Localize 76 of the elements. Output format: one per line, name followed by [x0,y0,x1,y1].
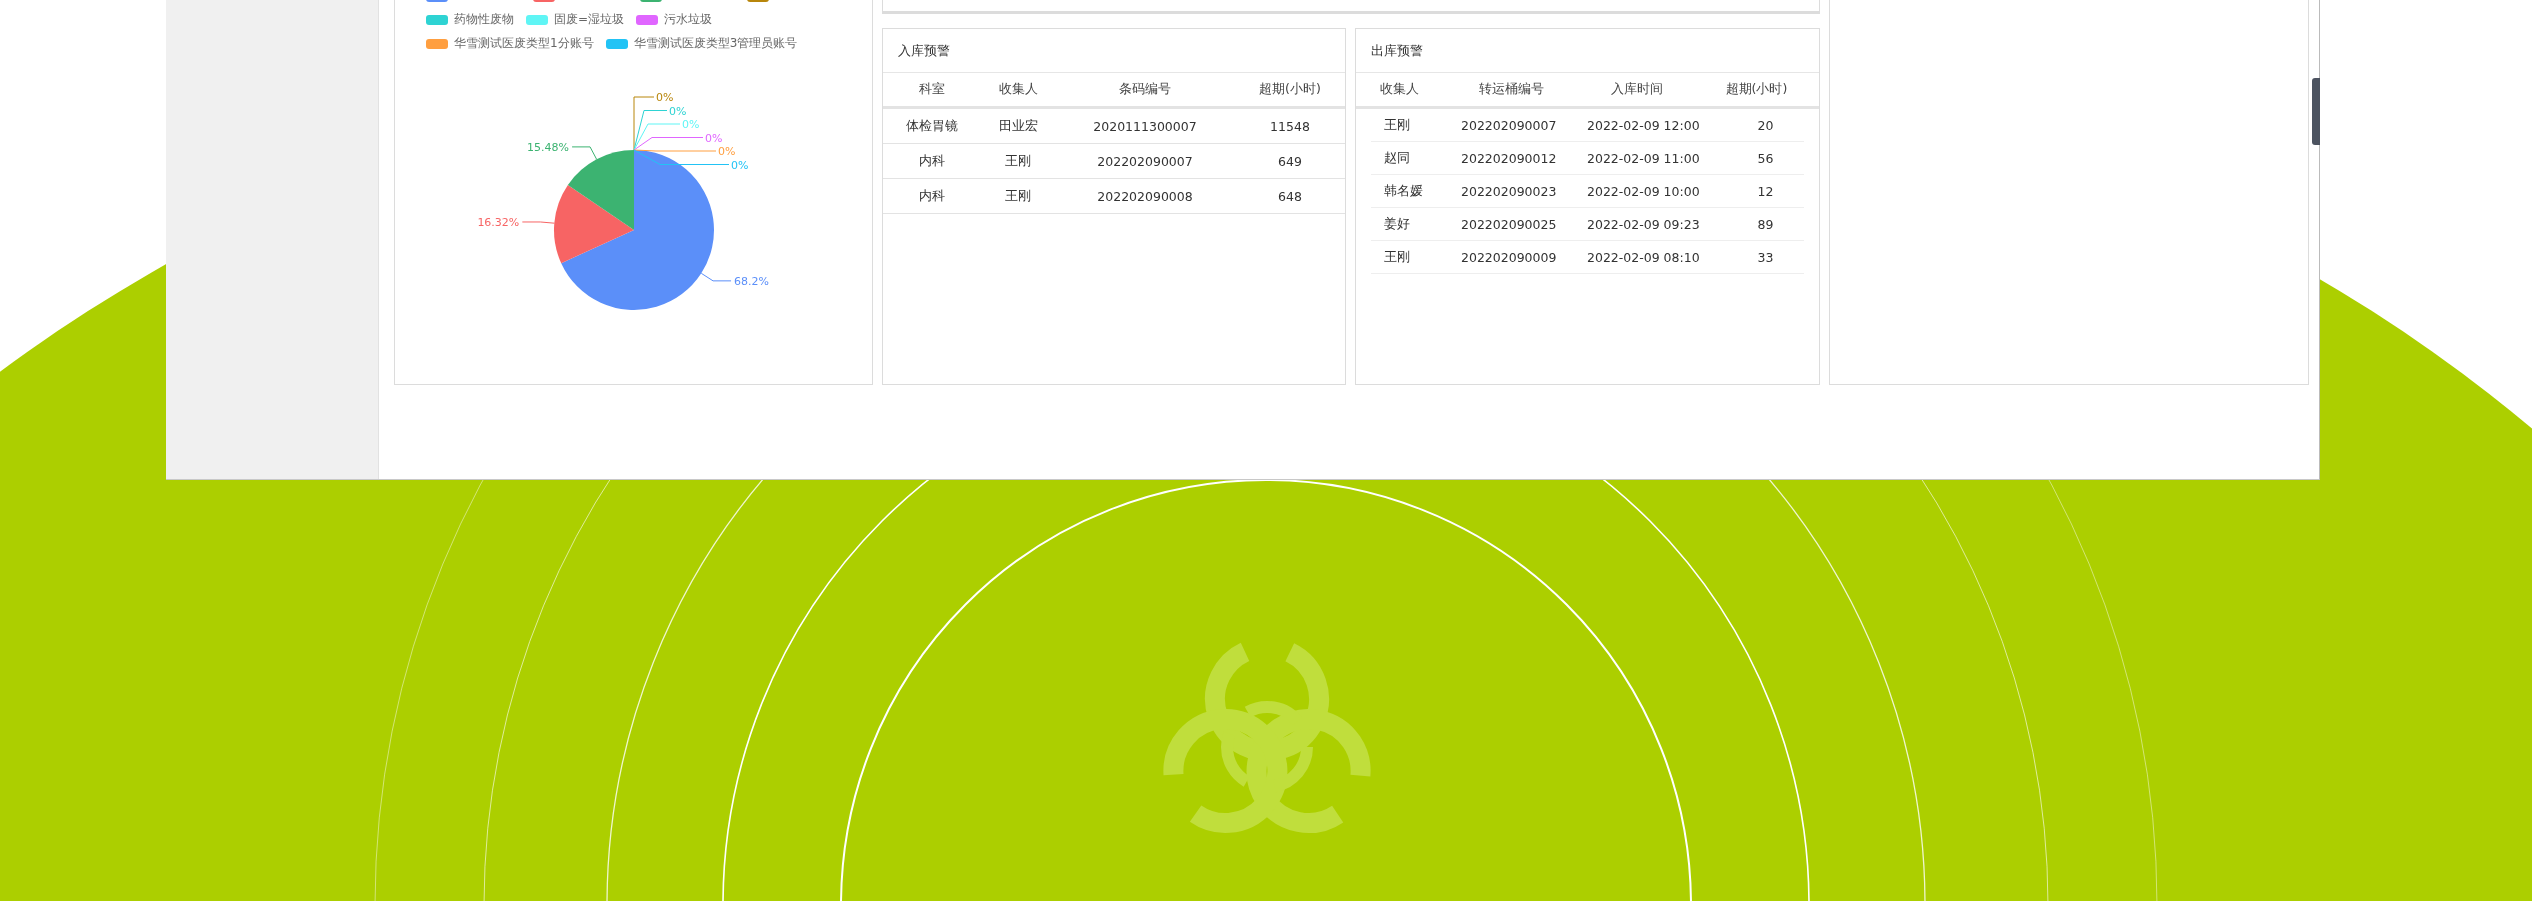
legend-swatch[interactable] [426,14,448,25]
pie-slice[interactable] [567,150,634,230]
column-header: 科室 [918,81,946,98]
table-cell-text: 体检胃镜 [905,117,959,135]
table-cell-text: 韩名媛 [1383,182,1424,200]
table-cell-text: 202202090008 [1096,188,1194,204]
table-cell-text: 2022-02-09 12:00 [1587,117,1701,133]
percent-label: 68.2% [734,274,769,288]
table-cell-text: 649 [1277,153,1303,169]
table-cell-text: 20 [1756,117,1775,133]
table-row[interactable]: 姜好 202202090025 2022-02-09 09:23 89 [1371,208,1804,241]
table-cell-text: 648 [1277,188,1303,204]
legend-label[interactable]: 华雪测试医废类型3管理员账号 [633,35,798,52]
table-row[interactable]: 王刚 202202090009 2022-02-09 08:10 33 [1371,241,1804,274]
table-cell-text: 王刚 [1004,152,1032,170]
card-title: 入库预警 [883,29,1345,73]
table-cell-text: 2022-02-09 11:00 [1587,150,1701,166]
legend-swatch[interactable] [636,14,659,25]
leader-line [700,272,732,282]
pie-slice[interactable] [561,150,714,310]
table-cell-text: 2022-02-09 10:00 [1587,183,1701,199]
table-cell-text: 2020111300007 [1092,118,1198,134]
table-cell-text: 2022-02-09 09:23 [1587,216,1701,232]
table-cell-text: 内科 [918,152,946,170]
column-header: 转运桶编号 [1477,81,1545,98]
column-header: 收集人 [997,81,1039,98]
legend-label[interactable]: 药物性废物 [454,11,514,28]
table-cell-text: 姜好 [1383,215,1411,233]
table-row[interactable]: 韩名媛 202202090023 2022-02-09 10:00 12 [1371,175,1804,208]
table-cell-text: 王刚 [1383,116,1411,134]
table-row[interactable]: 内科 王刚 202202090007 649 [883,144,1345,179]
table-cell-text: 王刚 [1004,187,1032,205]
column-header: 入库时间 [1610,81,1664,98]
table-cell-text: 11548 [1269,118,1311,134]
percent-label: 0% [731,158,749,172]
percent-label: 16.32% [477,216,520,229]
column-header: 超期(小时) [1724,81,1789,98]
table-cell-text: 202202090007 [1461,117,1558,133]
legend-label[interactable]: 固废=湿垃圾 [554,11,625,28]
legend-label[interactable]: 华雪测试医废类型1分账号 [454,35,594,52]
percent-label: 15.48% [527,140,570,154]
table-cell-text: 89 [1756,216,1775,232]
percent-label: 0% [656,91,674,104]
table-cell-text: 田业宏 [997,117,1039,135]
table-cell-text: 王刚 [1383,248,1411,266]
legend-label[interactable]: 污水垃圾 [664,11,713,28]
percent-label: 0% [705,131,723,145]
column-header: 条码编号 [1118,81,1172,98]
scroll-handle[interactable] [2312,78,2320,145]
table-row[interactable]: 赵同 202202090012 2022-02-09 11:00 56 [1371,142,1804,175]
percent-label: 0% [682,118,700,131]
card-title: 出库预警 [1356,29,1819,73]
table-cell-text: 赵同 [1383,149,1411,167]
table-cell-text: 33 [1756,249,1775,265]
table-cell-text: 202202090025 [1461,216,1558,232]
table-row[interactable]: 体检胃镜 田业宏 2020111300007 11548 [883,109,1345,144]
table-cell-text: 内科 [918,187,946,205]
table-row[interactable]: 王刚 202202090007 2022-02-09 12:00 20 [1371,109,1804,142]
column-header: 超期(小时) [1258,81,1322,98]
leader-line [521,221,555,224]
pie-slice[interactable] [554,184,634,264]
percent-label: 0% [669,104,687,118]
table-cell-text: 202202090012 [1461,150,1558,166]
legend-swatch[interactable] [526,14,548,25]
table-cell-text: 2022-02-09 08:10 [1587,249,1701,265]
table-cell-text: 202202090007 [1096,153,1194,169]
table-cell-text: 202202090023 [1461,183,1558,199]
percent-label: 0% [718,145,736,158]
table-row[interactable]: 内科 王刚 202202090008 648 [883,179,1345,214]
legend-swatch[interactable] [426,38,448,49]
table-cell-text: 56 [1756,150,1775,166]
leader-line [571,146,598,160]
legend-swatch[interactable] [605,38,628,49]
column-header: 收集人 [1378,81,1420,98]
table-cell-text: 202202090009 [1461,249,1558,265]
table-cell-text: 12 [1756,183,1775,199]
